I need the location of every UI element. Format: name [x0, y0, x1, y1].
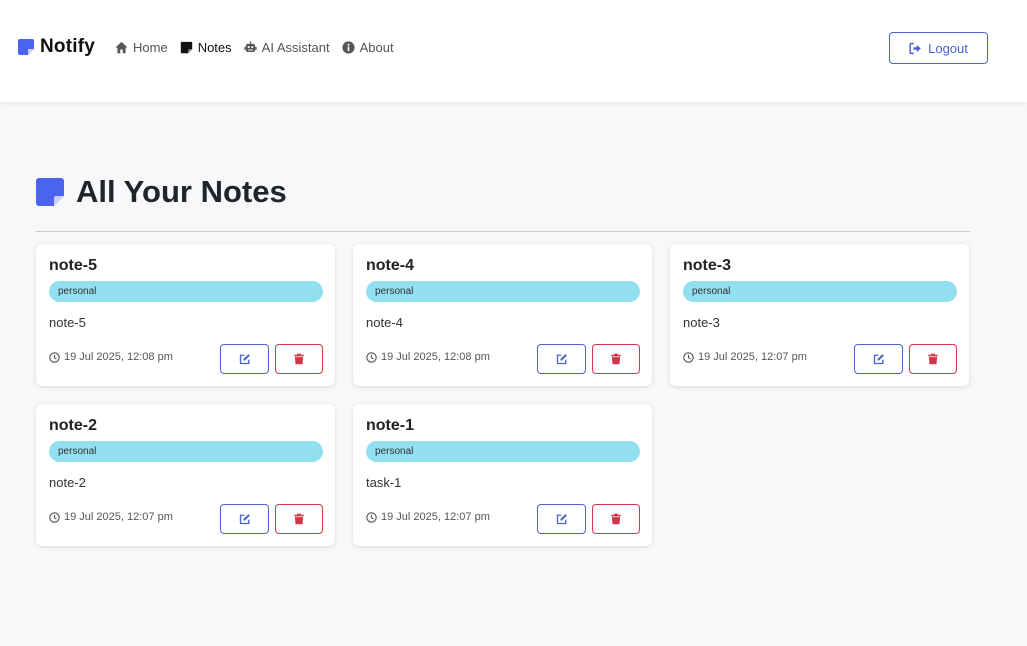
logout-button[interactable]: Logout — [889, 32, 988, 64]
note-timestamp-text: 19 Jul 2025, 12:08 pm — [64, 351, 173, 363]
delete-note-button[interactable] — [592, 344, 640, 374]
edit-icon — [239, 514, 250, 525]
clock-icon — [683, 351, 694, 363]
edit-note-button[interactable] — [854, 344, 903, 374]
nav-item-label: Home — [133, 40, 168, 55]
edit-icon — [556, 514, 567, 525]
trash-icon — [294, 513, 304, 525]
nav-links: Home Notes AI Assistant About — [115, 40, 394, 55]
navbar: Notify Home Notes AI Assistant About Log… — [0, 0, 1027, 102]
note-card: note-5 personal note-5 19 Jul 2025, 12:0… — [36, 244, 335, 386]
note-tag-badge: personal — [683, 281, 957, 302]
note-timestamp: 19 Jul 2025, 12:08 pm — [366, 351, 490, 363]
page-heading: All Your Notes — [36, 174, 287, 210]
edit-note-button[interactable] — [220, 504, 269, 534]
note-card: note-2 personal note-2 19 Jul 2025, 12:0… — [36, 404, 335, 546]
nav-item-label: About — [359, 40, 394, 55]
note-tag-badge: personal — [49, 281, 323, 302]
page-title: All Your Notes — [76, 174, 287, 209]
delete-note-button[interactable] — [275, 344, 323, 374]
note-body: note-5 — [49, 315, 86, 330]
sticky-note-icon — [18, 39, 34, 55]
nav-item-label: Notes — [197, 40, 232, 55]
sticky-note-icon — [36, 178, 64, 206]
trash-icon — [294, 353, 304, 365]
sign-out-icon — [909, 42, 921, 54]
info-icon — [341, 41, 355, 54]
note-timestamp-text: 19 Jul 2025, 12:07 pm — [64, 511, 173, 523]
note-timestamp: 19 Jul 2025, 12:08 pm — [49, 351, 173, 363]
note-tag-badge: personal — [366, 281, 640, 302]
note-title: note-3 — [683, 257, 731, 274]
edit-icon — [239, 354, 250, 365]
note-body: note-4 — [366, 315, 403, 330]
edit-note-button[interactable] — [537, 344, 586, 374]
note-timestamp: 19 Jul 2025, 12:07 pm — [683, 351, 807, 363]
note-card: note-4 personal note-4 19 Jul 2025, 12:0… — [353, 244, 652, 386]
note-card: note-3 personal note-3 19 Jul 2025, 12:0… — [670, 244, 969, 386]
note-tag-badge: personal — [49, 441, 323, 462]
note-card: note-1 personal task-1 19 Jul 2025, 12:0… — [353, 404, 652, 546]
brand-logo[interactable]: Notify — [18, 36, 95, 58]
note-timestamp: 19 Jul 2025, 12:07 pm — [49, 511, 173, 523]
nav-item-ai-assistant[interactable]: AI Assistant — [244, 40, 330, 55]
note-timestamp: 19 Jul 2025, 12:07 pm — [366, 511, 490, 523]
robot-icon — [244, 41, 257, 52]
divider — [36, 231, 970, 232]
edit-icon — [873, 354, 884, 365]
clock-icon — [49, 351, 60, 363]
nav-item-label: AI Assistant — [261, 40, 330, 55]
note-title: note-5 — [49, 257, 97, 274]
delete-note-button[interactable] — [275, 504, 323, 534]
note-body: note-2 — [49, 475, 86, 490]
note-body: note-3 — [683, 315, 720, 330]
note-tag-badge: personal — [366, 441, 640, 462]
delete-note-button[interactable] — [592, 504, 640, 534]
nav-item-home[interactable]: Home — [115, 40, 168, 55]
note-timestamp-text: 19 Jul 2025, 12:08 pm — [381, 351, 490, 363]
note-timestamp-text: 19 Jul 2025, 12:07 pm — [698, 351, 807, 363]
clock-icon — [366, 351, 377, 363]
trash-icon — [611, 353, 621, 365]
note-title: note-1 — [366, 417, 414, 434]
nav-item-notes[interactable]: Notes — [180, 40, 232, 55]
delete-note-button[interactable] — [909, 344, 957, 374]
home-icon — [115, 41, 128, 54]
logout-label: Logout — [928, 40, 968, 56]
trash-icon — [611, 513, 621, 525]
note-title: note-2 — [49, 417, 97, 434]
note-icon — [180, 41, 192, 54]
edit-icon — [556, 354, 567, 365]
edit-note-button[interactable] — [537, 504, 586, 534]
note-timestamp-text: 19 Jul 2025, 12:07 pm — [381, 511, 490, 523]
clock-icon — [49, 511, 60, 523]
nav-item-about[interactable]: About — [341, 40, 394, 55]
brand-name: Notify — [40, 36, 96, 57]
trash-icon — [928, 353, 938, 365]
note-title: note-4 — [366, 257, 414, 274]
note-body: task-1 — [366, 475, 402, 490]
edit-note-button[interactable] — [220, 344, 269, 374]
clock-icon — [366, 511, 377, 523]
